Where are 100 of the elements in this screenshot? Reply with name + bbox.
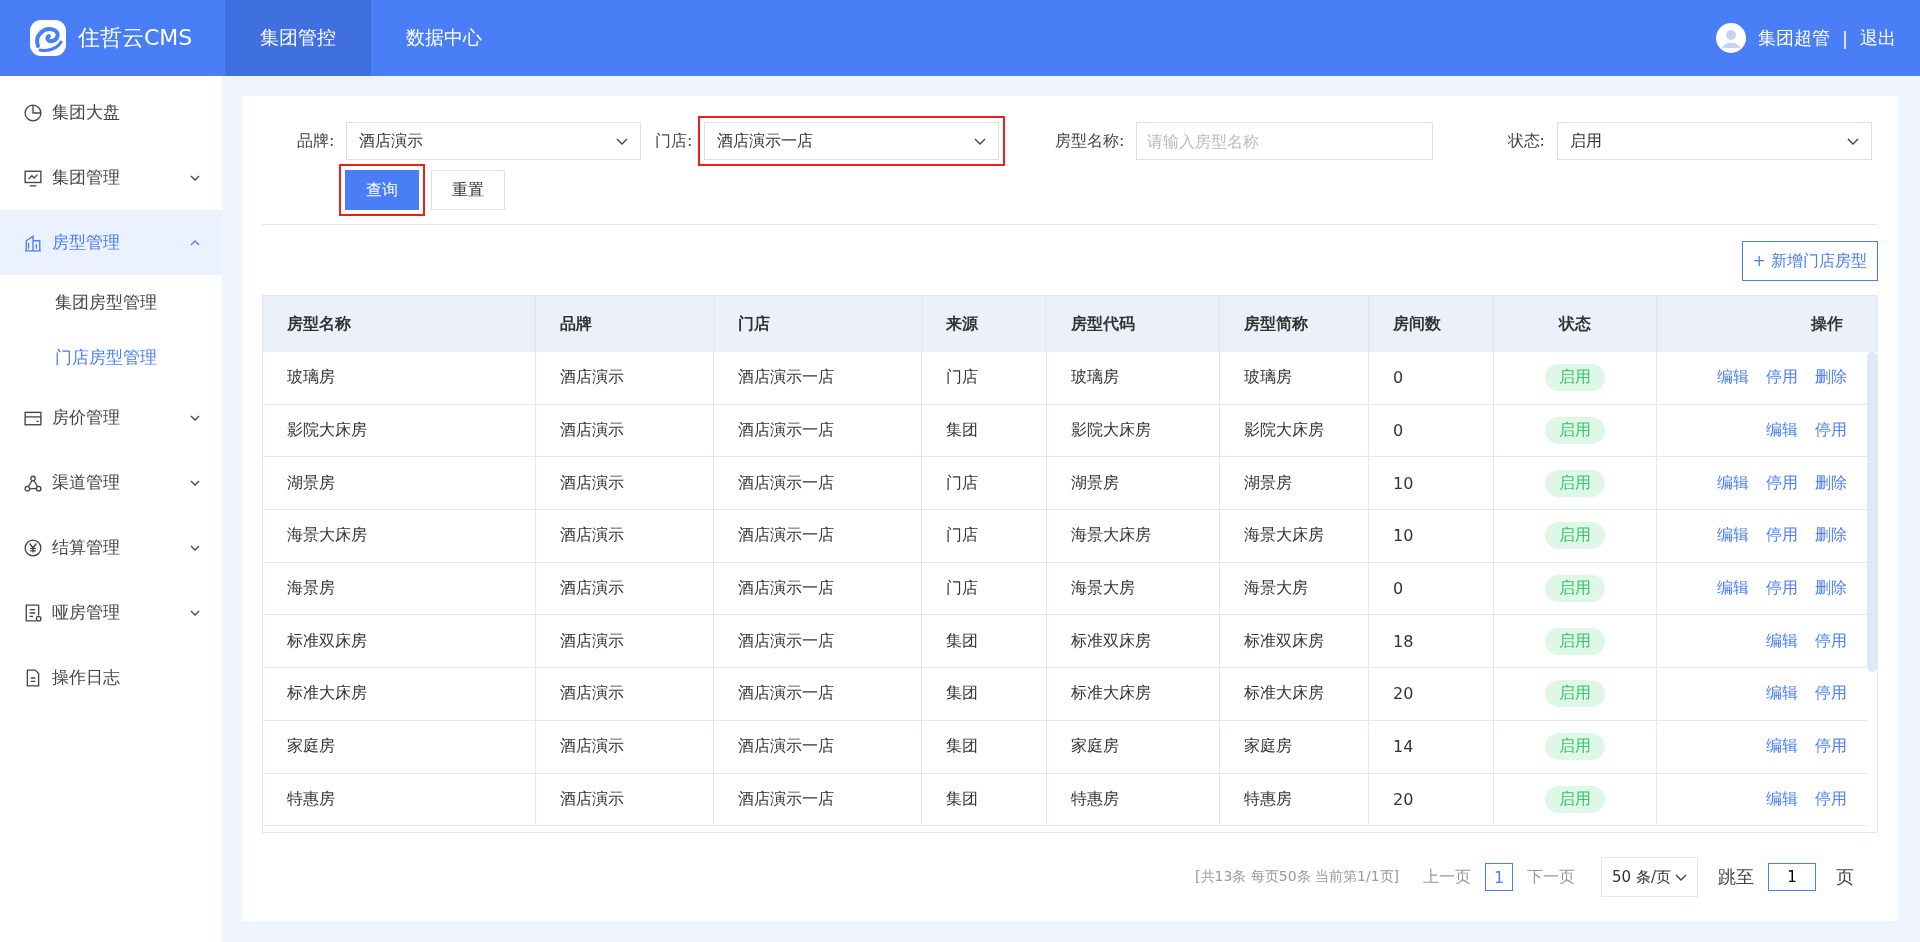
table-cell: 海景大床房 <box>1047 510 1220 562</box>
sidebar-item[interactable]: 房型管理 <box>0 210 222 275</box>
table-cell: 海景大房 <box>1220 562 1369 615</box>
column-header: 状态 <box>1494 296 1657 352</box>
next-page-link[interactable]: 下一页 <box>1527 866 1576 888</box>
action-link[interactable]: 编辑 <box>1766 630 1798 652</box>
table-cell: 0 <box>1369 562 1494 615</box>
column-header: 房型代码 <box>1047 296 1220 352</box>
document-icon <box>24 668 42 687</box>
reset-button[interactable]: 重置 <box>431 170 505 210</box>
chevron-icon <box>974 137 987 145</box>
receipt-icon <box>24 603 42 622</box>
action-link[interactable]: 停用 <box>1766 525 1798 547</box>
table-cell: 标准大床房 <box>1047 668 1220 720</box>
pagination-summary: [共13条 每页50条 当前第1/1页] <box>1195 868 1400 886</box>
page-number[interactable]: 1 <box>1485 863 1514 891</box>
action-link[interactable]: 停用 <box>1766 472 1798 494</box>
sidebar-item[interactable]: 操作日志 <box>0 645 222 710</box>
action-link[interactable]: 删除 <box>1815 367 1847 389</box>
status-badge: 启用 <box>1545 680 1605 708</box>
action-link[interactable]: 编辑 <box>1766 683 1798 705</box>
table-cell: 门店 <box>922 510 1047 562</box>
nav-tab[interactable]: 数据中心 <box>371 0 517 76</box>
table-cell: 酒店演示一店 <box>714 457 922 510</box>
table-cell: 特惠房 <box>1220 773 1369 826</box>
action-link[interactable]: 删除 <box>1815 578 1847 600</box>
status-badge: 启用 <box>1545 364 1605 392</box>
sidebar-item[interactable]: 集团大盘 <box>0 80 222 145</box>
action-link[interactable]: 停用 <box>1815 736 1847 758</box>
table-cell: 酒店演示 <box>536 352 714 404</box>
table-cell: 家庭房 <box>263 720 536 773</box>
select-field[interactable]: 酒店演示 <box>346 122 642 160</box>
sidebar-item[interactable]: 房价管理 <box>0 385 222 450</box>
table-cell: 酒店演示 <box>536 615 714 668</box>
column-header: 操作 <box>1809 312 1844 335</box>
table-cell: 标准大床房 <box>263 668 536 720</box>
column-header: 品牌 <box>536 296 714 352</box>
sidebar-item[interactable]: 哑房管理 <box>0 580 222 645</box>
page-unit-label: 页 <box>1836 865 1854 889</box>
chevron-icon <box>1847 137 1859 145</box>
action-link[interactable]: 编辑 <box>1717 472 1749 494</box>
action-link[interactable]: 停用 <box>1766 367 1798 389</box>
sidebar-item[interactable]: 结算管理 <box>0 515 222 580</box>
action-link[interactable]: 停用 <box>1815 420 1847 442</box>
sidebar-item[interactable]: 渠道管理 <box>0 450 222 515</box>
select-field[interactable]: 酒店演示一店 <box>704 122 1000 160</box>
table-cell: 标准双床房 <box>1047 615 1220 668</box>
table-cell: 海景房 <box>263 562 536 615</box>
select-field[interactable]: 启用 <box>1557 122 1872 160</box>
table-cell: 集团 <box>922 668 1047 720</box>
table-cell: 酒店演示 <box>536 668 714 720</box>
action-link[interactable]: 编辑 <box>1717 525 1749 547</box>
table-cell: 湖景房 <box>1220 457 1369 510</box>
table-cell: 玻璃房 <box>1220 352 1369 404</box>
table-cell: 湖景房 <box>1047 457 1220 510</box>
action-link[interactable]: 停用 <box>1815 630 1847 652</box>
table-cell: 标准大床房 <box>1220 668 1369 720</box>
table-cell: 10 <box>1369 457 1494 510</box>
input-field[interactable]: 请输入房型名称 <box>1136 122 1434 160</box>
sidebar-subitem[interactable]: 门店房型管理 <box>0 330 222 385</box>
table-cell: 酒店演示一店 <box>714 668 922 720</box>
sidebar-item[interactable]: 集团管理 <box>0 145 222 210</box>
prev-page-link[interactable]: 上一页 <box>1423 866 1472 888</box>
action-link[interactable]: 删除 <box>1815 472 1847 494</box>
page-input[interactable]: 1 <box>1768 863 1816 891</box>
avatar-icon <box>1715 23 1746 53</box>
action-link[interactable]: 停用 <box>1815 788 1847 810</box>
column-header: 门店 <box>714 296 922 352</box>
user-name[interactable]: 集团超管 <box>1757 26 1830 50</box>
jump-label: 跳至 <box>1718 865 1754 889</box>
action-link[interactable]: 编辑 <box>1766 788 1798 810</box>
status-badge: 启用 <box>1545 417 1605 445</box>
action-link[interactable]: 停用 <box>1766 578 1798 600</box>
query-button[interactable]: 查询 <box>345 170 419 210</box>
table-cell: 酒店演示一店 <box>714 615 922 668</box>
monitor-icon <box>24 168 42 187</box>
nav-tab[interactable]: 集团管控 <box>225 0 371 76</box>
table-cell: 0 <box>1369 352 1494 404</box>
table-cell: 集团 <box>922 615 1047 668</box>
sidebar-subitem[interactable]: 集团房型管理 <box>0 275 222 330</box>
table-cell: 酒店演示 <box>536 457 714 510</box>
table-cell: 集团 <box>922 404 1047 457</box>
table-cell: 酒店演示 <box>536 773 714 826</box>
action-link[interactable]: 编辑 <box>1717 367 1749 389</box>
page-size-select[interactable]: 50 条/页 <box>1601 857 1698 897</box>
table-cell: 14 <box>1369 720 1494 773</box>
table-cell: 酒店演示 <box>536 404 714 457</box>
filter-label: 品牌: <box>297 130 335 152</box>
action-link[interactable]: 编辑 <box>1717 578 1749 600</box>
status-badge: 启用 <box>1545 469 1605 497</box>
status-badge: 启用 <box>1545 733 1605 761</box>
action-link[interactable]: 编辑 <box>1766 736 1798 758</box>
action-link[interactable]: 停用 <box>1815 683 1847 705</box>
table-cell: 家庭房 <box>1220 720 1369 773</box>
logout-link[interactable]: 退出 <box>1860 26 1896 50</box>
add-button[interactable]: + 新增门店房型 <box>1741 241 1878 281</box>
chevron-icon <box>616 137 629 145</box>
filter-label: 房型名称: <box>1055 130 1125 152</box>
action-link[interactable]: 编辑 <box>1766 420 1798 442</box>
action-link[interactable]: 删除 <box>1815 525 1847 547</box>
